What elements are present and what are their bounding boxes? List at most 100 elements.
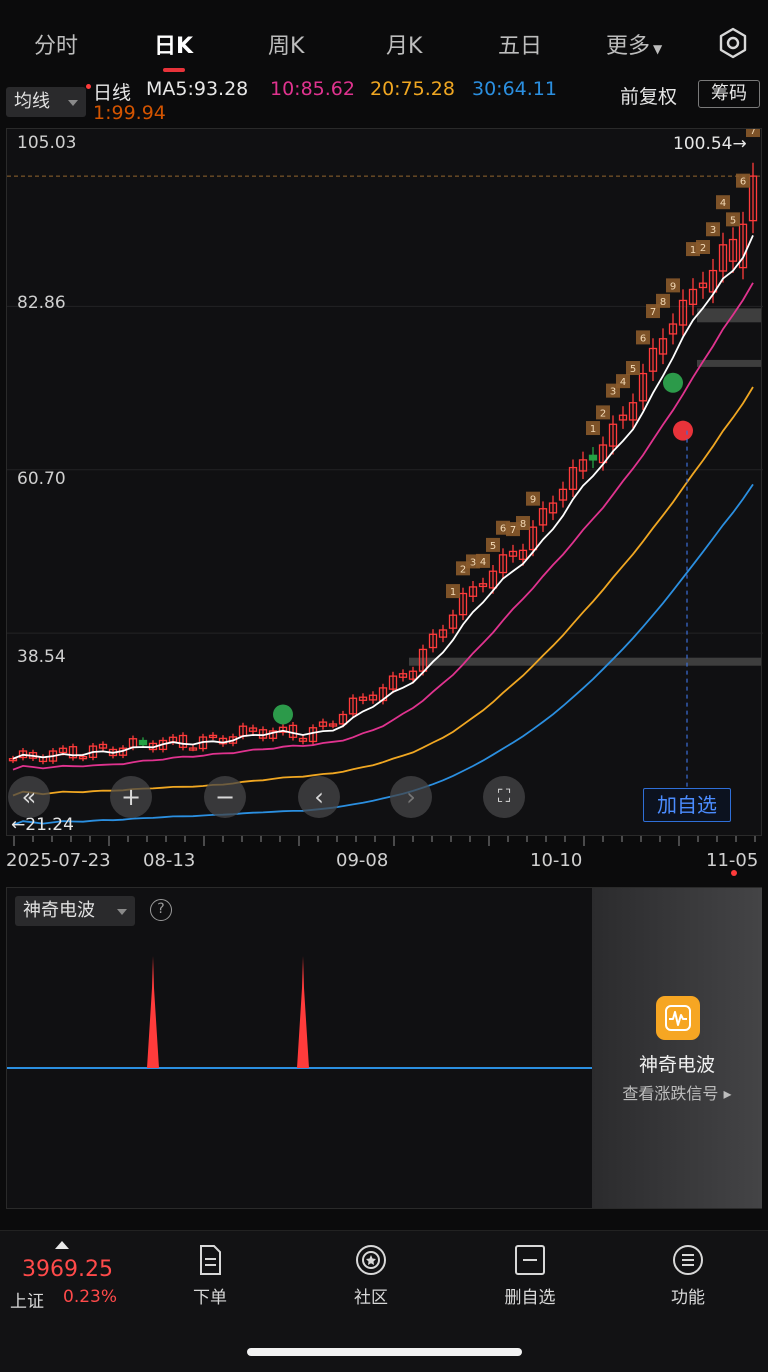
home-indicator bbox=[247, 1348, 522, 1356]
tab-five-day[interactable]: 五日 bbox=[498, 28, 542, 60]
count-label: 7 bbox=[510, 525, 516, 536]
count-label: 7 bbox=[750, 129, 756, 137]
chips-button[interactable]: 筹码 bbox=[698, 80, 760, 108]
rewind-button[interactable]: « bbox=[8, 776, 50, 818]
count-label: 8 bbox=[520, 519, 526, 530]
x-tick-label: 10-10 bbox=[530, 850, 583, 871]
tab-more[interactable]: 更多 ▼ bbox=[606, 28, 662, 60]
count-label: 6 bbox=[640, 333, 646, 344]
tab-weekly-k[interactable]: 周K bbox=[268, 28, 304, 60]
minus-square-icon bbox=[515, 1245, 545, 1275]
active-tab-indicator bbox=[163, 68, 185, 72]
count-label: 6 bbox=[500, 524, 506, 535]
stock-kline-screen: 分时 日K 周K 月K 五日 更多 ▼ 均线 日线 MA5:93.28 10:85… bbox=[0, 0, 768, 1372]
settings-icon[interactable] bbox=[716, 26, 750, 60]
count-label: 2 bbox=[600, 408, 606, 419]
period-dot bbox=[86, 84, 91, 89]
count-label: 9 bbox=[670, 281, 676, 292]
count-label: 3 bbox=[470, 557, 476, 568]
count-label: 8 bbox=[660, 297, 666, 308]
fullscreen-button[interactable]: ⛶ bbox=[483, 776, 525, 818]
signal-spike bbox=[147, 956, 159, 1068]
nav-label: 社区 bbox=[354, 1288, 388, 1308]
up-arrow-icon bbox=[55, 1241, 69, 1249]
nav-label: 删自选 bbox=[504, 1288, 556, 1308]
zoom-in-button[interactable]: + bbox=[110, 776, 152, 818]
count-label: 7 bbox=[650, 307, 656, 318]
count-label: 4 bbox=[620, 377, 626, 388]
count-label: 9 bbox=[530, 495, 536, 506]
community-button[interactable]: 社区 bbox=[321, 1243, 421, 1308]
count-label: 1 bbox=[690, 245, 696, 256]
latest-marker bbox=[731, 870, 737, 876]
min-price-label: ←21.24 bbox=[11, 815, 74, 835]
kline-chart[interactable]: 1234567891234567891234567 105.03 82.86 6… bbox=[6, 128, 763, 836]
tab-monthly-k[interactable]: 月K bbox=[386, 28, 422, 60]
kline-svg: 123 456 7891234567891 234567 bbox=[7, 129, 763, 826]
long-signal-marker bbox=[673, 420, 693, 441]
indicator-panel[interactable]: 神奇电波 ? 神奇电波 查看涨跌信号 ▸ bbox=[6, 887, 762, 1209]
count-label: 4 bbox=[720, 198, 726, 209]
ma-indicator-row: 均线 日线 MA5:93.28 10:85.62 20:75.28 30:64.… bbox=[0, 78, 768, 128]
count-label: 3 bbox=[610, 387, 616, 398]
y-tick-label: 38.54 bbox=[17, 647, 66, 667]
count-label: 1 bbox=[450, 587, 456, 598]
signal-spike bbox=[297, 956, 309, 1068]
document-icon bbox=[200, 1245, 221, 1275]
ma30-value: 30:64.11 bbox=[472, 78, 557, 100]
indicator-promo-card[interactable]: 神奇电波 查看涨跌信号 ▸ bbox=[592, 888, 762, 1208]
candle-body bbox=[588, 454, 598, 461]
short-signal-marker bbox=[273, 704, 293, 725]
count-label: 5 bbox=[730, 215, 736, 226]
x-tick-label: 2025-07-23 bbox=[6, 850, 111, 871]
x-tick-label: 08-13 bbox=[143, 850, 196, 871]
y-tick-label: 82.86 bbox=[17, 293, 66, 313]
count-label: 1 bbox=[590, 424, 596, 435]
index-value[interactable]: 3969.25 bbox=[22, 1257, 113, 1282]
candle-body bbox=[138, 739, 148, 746]
ma20-line bbox=[12, 386, 754, 797]
short-signal-marker bbox=[663, 372, 683, 393]
community-icon bbox=[356, 1245, 386, 1275]
index-change[interactable]: 0.23% bbox=[63, 1287, 117, 1307]
tab-daily-k[interactable]: 日K bbox=[154, 28, 193, 60]
add-watchlist-button[interactable]: 加自选 bbox=[643, 788, 731, 822]
ma1-value: 1:99.94 bbox=[93, 102, 166, 124]
count-label: 5 bbox=[490, 541, 496, 552]
promo-title: 神奇电波 bbox=[638, 1054, 715, 1076]
promo-subtitle[interactable]: 查看涨跌信号 ▸ bbox=[592, 1080, 762, 1104]
nav-label: 下单 bbox=[193, 1288, 227, 1308]
wave-icon bbox=[656, 996, 700, 1040]
remove-watchlist-button[interactable]: 删自选 bbox=[480, 1243, 580, 1308]
ma30-line bbox=[12, 483, 754, 826]
nav-label: 功能 bbox=[671, 1288, 705, 1308]
y-tick-label: 60.70 bbox=[17, 469, 66, 489]
functions-button[interactable]: 功能 bbox=[638, 1243, 738, 1308]
adjust-mode[interactable]: 前复权 bbox=[620, 82, 677, 109]
ma5-value: MA5:93.28 bbox=[146, 78, 249, 100]
x-tick-label: 09-08 bbox=[336, 850, 389, 871]
index-name[interactable]: 上证 bbox=[10, 1287, 44, 1312]
ma-select-dropdown[interactable]: 均线 bbox=[6, 87, 86, 117]
period-label: 日线 bbox=[93, 82, 132, 104]
ma10-value: 10:85.62 bbox=[270, 78, 355, 100]
scroll-right-button[interactable]: › bbox=[390, 776, 432, 818]
scroll-left-button[interactable]: ‹ bbox=[298, 776, 340, 818]
period-tabs: 分时 日K 周K 月K 五日 更多 ▼ bbox=[0, 18, 768, 74]
count-label: 4 bbox=[480, 557, 486, 568]
resistance-band bbox=[697, 359, 761, 367]
x-axis: 2025-07-23 08-13 09-08 10-10 11-05 bbox=[0, 836, 768, 886]
x-tick-label: 11-05 bbox=[706, 850, 759, 871]
zoom-out-button[interactable]: − bbox=[204, 776, 246, 818]
x-axis-ticks bbox=[13, 836, 756, 846]
count-label: 6 bbox=[740, 177, 746, 188]
indicator-svg bbox=[7, 956, 592, 1069]
order-button[interactable]: 下单 bbox=[160, 1243, 260, 1308]
count-label: 3 bbox=[710, 225, 716, 236]
tab-intraday[interactable]: 分时 bbox=[34, 28, 78, 60]
ma5-line bbox=[12, 235, 754, 760]
y-tick-label: 105.03 bbox=[17, 133, 77, 153]
count-label: 2 bbox=[460, 564, 466, 575]
ma20-value: 20:75.28 bbox=[370, 78, 455, 100]
count-label: 5 bbox=[630, 364, 636, 375]
